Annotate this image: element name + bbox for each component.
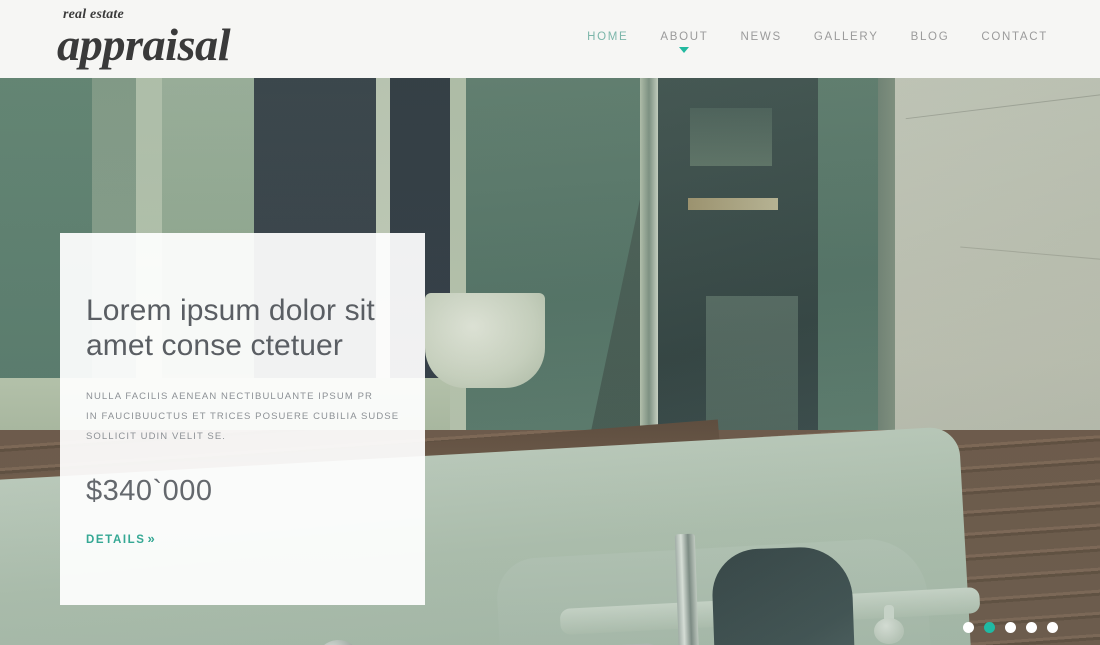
slide-description-line-1: NULLA FACILIS AENEAN NECTIBULUANTE IPSUM… [86, 391, 373, 402]
photo-drain-plug [874, 618, 904, 644]
slider-dot-1[interactable] [963, 622, 974, 633]
nav-label: BLOG [910, 31, 950, 43]
nav-label: CONTACT [981, 31, 1048, 43]
details-label: DETAILS [86, 534, 146, 546]
slide-price: $340`000 [86, 475, 213, 507]
double-chevron-right-icon: » [147, 531, 157, 546]
photo-sink [425, 293, 545, 388]
main-navigation: HOME ABOUT NEWS GALLERY BLOG CONTACT [571, 30, 1048, 53]
photo-reflection-top [690, 108, 772, 166]
nav-label: HOME [587, 31, 629, 43]
slider-dot-2[interactable] [984, 622, 995, 633]
nav-label: GALLERY [813, 31, 879, 43]
nav-item-contact[interactable]: CONTACT [965, 30, 1048, 44]
nav-item-gallery[interactable]: GALLERY [798, 30, 895, 44]
hero-slider: Lorem ipsum dolor sit amet conse ctetuer… [0, 78, 1100, 645]
slider-dot-4[interactable] [1026, 622, 1037, 633]
slider-dot-5[interactable] [1047, 622, 1058, 633]
photo-headrest-pillow [710, 545, 856, 645]
nav-label: ABOUT [660, 31, 709, 43]
details-link[interactable]: DETAILS» [86, 531, 156, 546]
nav-label: NEWS [740, 31, 782, 43]
slide-description: NULLA FACILIS AENEAN NECTIBULUANTE IPSUM… [86, 387, 400, 447]
slide-description-line-2: IN FAUCIBUUCTUS ET TRICES POSUERE CUBILI… [86, 411, 400, 422]
nav-item-news[interactable]: NEWS [725, 30, 798, 44]
slide-title: Lorem ipsum dolor sit amet conse ctetuer [86, 294, 375, 362]
slider-dot-3[interactable] [1005, 622, 1016, 633]
slide-description-line-3: SOLLICIT UDIN VELIT SE. [86, 431, 227, 442]
nav-item-about[interactable]: ABOUT [644, 30, 724, 53]
photo-window-sill [688, 198, 778, 210]
nav-item-home[interactable]: HOME [571, 30, 644, 44]
hero-slide-card: Lorem ipsum dolor sit amet conse ctetuer… [60, 233, 425, 605]
nav-item-blog[interactable]: BLOG [895, 30, 966, 44]
logo-title: appraisal [57, 20, 231, 70]
page-root: real estate appraisal HOME ABOUT NEWS GA… [0, 0, 1100, 645]
slider-pagination [963, 622, 1058, 633]
site-header: real estate appraisal HOME ABOUT NEWS GA… [0, 0, 1100, 78]
site-logo[interactable]: real estate appraisal [57, 8, 231, 68]
chevron-down-icon [679, 47, 690, 53]
